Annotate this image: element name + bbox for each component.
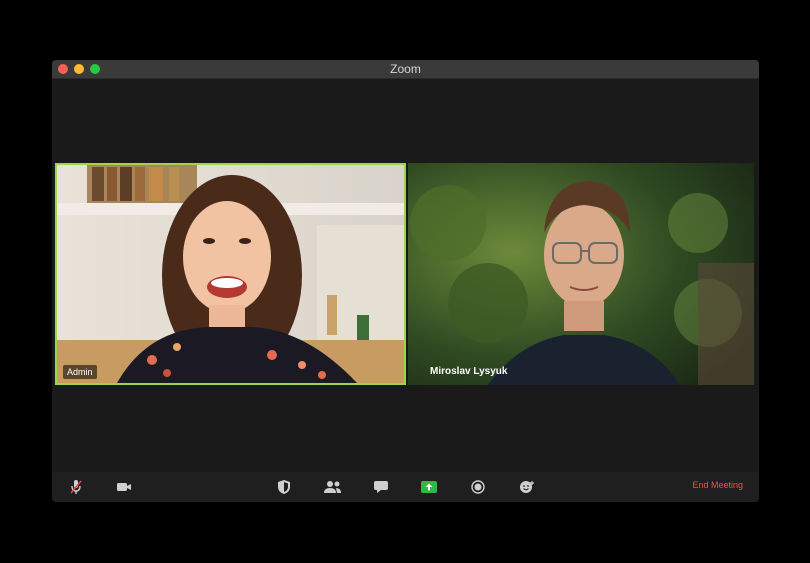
reactions-button[interactable] [517,478,537,496]
participant-name-label: Miroslav Lysyuk [430,366,508,377]
record-icon [471,480,485,494]
video-icon [117,483,131,491]
share-screen-button[interactable] [419,478,439,496]
record-button[interactable] [468,478,488,496]
participants-icon [324,481,341,493]
participant-name-label: Admin [63,365,97,379]
security-button[interactable] [274,478,294,496]
zoom-window: Zoom Admin Miroslav Lysyuk End Meeting [52,60,759,502]
reactions-icon [520,481,534,493]
share-screen-icon [421,481,437,493]
end-meeting-button[interactable]: End Meeting [692,480,743,490]
participant-video-miroslav [408,163,754,385]
microphone-icon [70,480,82,494]
title-bar: Zoom [52,60,759,79]
video-tile-miroslav[interactable]: Miroslav Lysyuk [408,163,754,385]
meeting-toolbar: End Meeting [52,472,759,502]
video-tile-admin[interactable]: Admin [55,163,406,385]
window-title: Zoom [390,62,421,76]
video-stage: Admin Miroslav Lysyuk [52,79,759,472]
video-button[interactable] [114,478,134,496]
mute-button[interactable] [66,478,86,496]
participant-video-admin [57,165,404,383]
chat-icon [374,481,388,493]
chat-button[interactable] [371,478,391,496]
security-icon [278,480,290,494]
participants-button[interactable] [323,478,343,496]
